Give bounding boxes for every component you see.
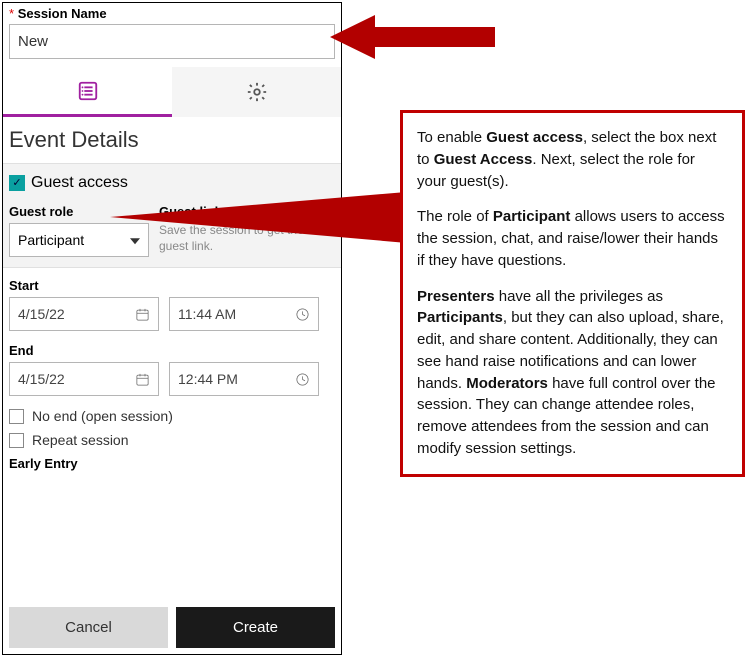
required-asterisk: * [9,6,14,21]
create-button[interactable]: Create [176,607,335,648]
end-time-input[interactable]: 12:44 PM [169,362,319,396]
datetime-section: Start 4/15/22 11:44 AM End 4/15/22 12:44… [3,268,341,601]
tab-details[interactable] [3,67,172,117]
cancel-button[interactable]: Cancel [9,607,168,648]
no-end-checkbox[interactable] [9,409,24,424]
early-entry-label: Early Entry [9,456,335,471]
repeat-label: Repeat session [32,432,129,448]
start-label: Start [9,278,335,293]
tab-settings[interactable] [172,67,341,117]
arrow-annotation-1 [330,10,500,65]
start-time-input[interactable]: 11:44 AM [169,297,319,331]
calendar-icon [135,372,150,387]
session-name-input[interactable] [9,24,335,59]
arrow-annotation-2 [110,190,430,245]
session-panel: * Session Name Event Details [2,2,342,655]
instruction-callout: To enable Guest access, select the box n… [400,110,745,477]
end-date-input[interactable]: 4/15/22 [9,362,159,396]
session-name-label: * Session Name [3,3,341,24]
tabs [3,67,341,117]
guest-access-checkbox[interactable]: ✓ [9,175,25,191]
section-title: Event Details [3,117,341,164]
clock-icon [295,307,310,322]
footer-buttons: Cancel Create [3,601,341,654]
list-icon [77,80,99,102]
calendar-icon [135,307,150,322]
gear-icon [246,81,268,103]
clock-icon [295,372,310,387]
start-date-input[interactable]: 4/15/22 [9,297,159,331]
end-label: End [9,343,335,358]
repeat-checkbox[interactable] [9,433,24,448]
no-end-label: No end (open session) [32,408,173,424]
